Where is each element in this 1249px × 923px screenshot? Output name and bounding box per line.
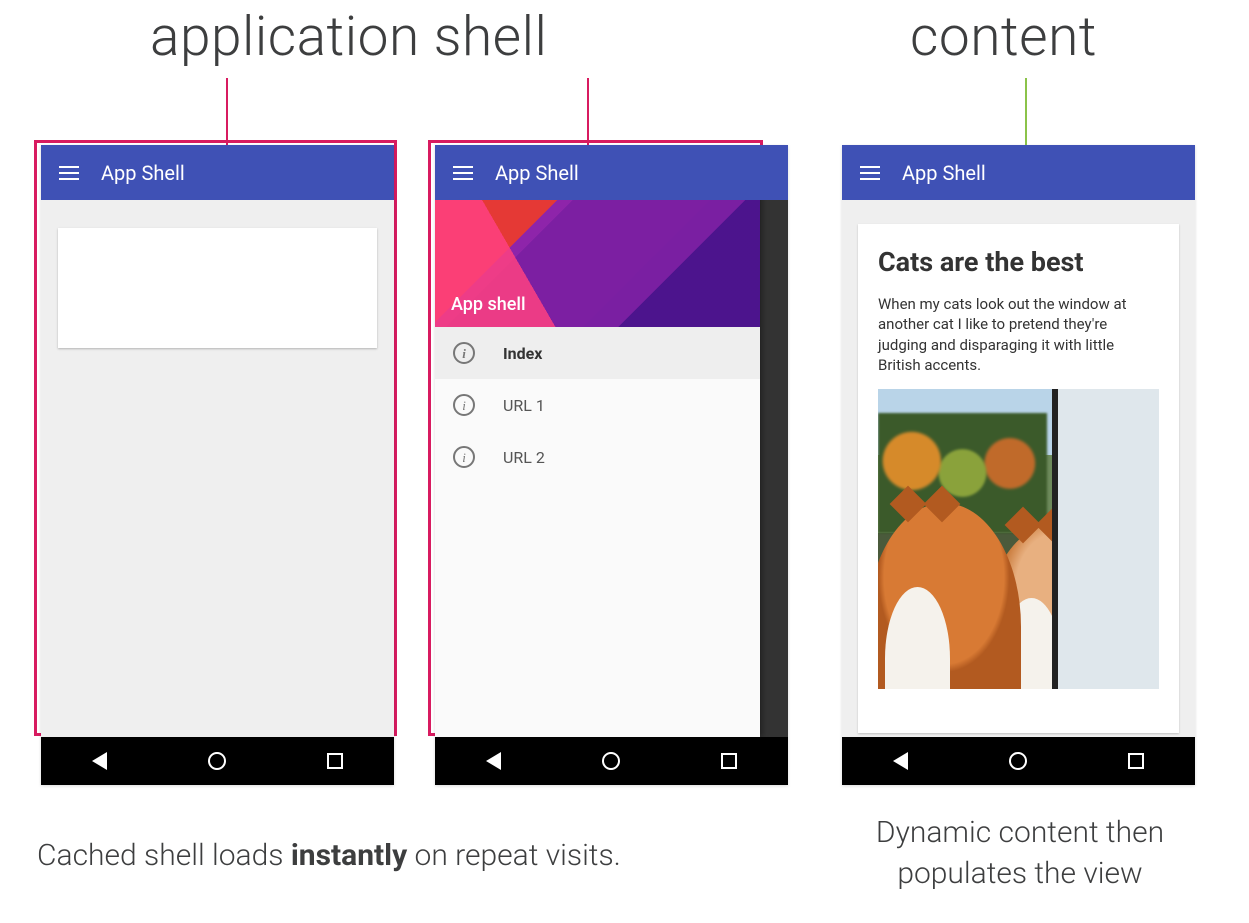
info-icon: i <box>453 394 475 416</box>
connector-line <box>587 78 589 146</box>
connector-line <box>226 78 228 146</box>
recents-icon[interactable] <box>1128 753 1144 769</box>
phone-mock-content: App Shell Cats are the best When my cats… <box>842 145 1195 785</box>
drawer-item-label: Index <box>503 344 542 363</box>
app-title: App Shell <box>902 161 986 185</box>
app-title: App Shell <box>101 161 185 185</box>
placeholder-card <box>58 228 377 348</box>
info-icon: i <box>453 342 475 364</box>
android-nav-bar <box>842 737 1195 785</box>
label-application-shell: application shell <box>150 5 547 69</box>
app-bar: App Shell <box>435 145 788 200</box>
drawer-item-url2[interactable]: i URL 2 <box>435 431 760 483</box>
drawer-item-url1[interactable]: i URL 1 <box>435 379 760 431</box>
home-icon[interactable] <box>208 752 226 770</box>
phone-mock-shell-empty: App Shell <box>41 145 394 785</box>
navigation-drawer: App shell i Index i URL 1 i URL 2 <box>435 200 760 737</box>
android-nav-bar <box>41 737 394 785</box>
phone-body <box>41 200 394 737</box>
home-icon[interactable] <box>602 752 620 770</box>
drawer-item-label: URL 1 <box>503 396 545 415</box>
drawer-title: App shell <box>451 294 526 315</box>
menu-icon[interactable] <box>59 166 79 180</box>
drawer-header: App shell <box>435 200 760 327</box>
app-bar: App Shell <box>41 145 394 200</box>
back-icon[interactable] <box>893 752 908 770</box>
caption-shell: Cached shell loads instantly on repeat v… <box>37 838 757 873</box>
content-image-cats <box>878 389 1159 689</box>
android-nav-bar <box>435 737 788 785</box>
home-icon[interactable] <box>1009 752 1027 770</box>
menu-icon[interactable] <box>860 166 880 180</box>
label-content: content <box>910 5 1097 69</box>
app-bar: App Shell <box>842 145 1195 200</box>
drawer-item-index[interactable]: i Index <box>435 327 760 379</box>
content-body: When my cats look out the window at anot… <box>878 294 1159 375</box>
phone-mock-shell-drawer: App Shell App shell i Index i URL 1 i UR… <box>435 145 788 785</box>
app-title: App Shell <box>495 161 579 185</box>
info-icon: i <box>453 446 475 468</box>
content-card: Cats are the best When my cats look out … <box>858 224 1179 733</box>
back-icon[interactable] <box>92 752 107 770</box>
recents-icon[interactable] <box>327 753 343 769</box>
caption-content: Dynamic content then populates the view <box>840 813 1200 894</box>
back-icon[interactable] <box>486 752 501 770</box>
drawer-item-label: URL 2 <box>503 448 545 467</box>
phone-body: App shell i Index i URL 1 i URL 2 <box>435 200 788 737</box>
menu-icon[interactable] <box>453 166 473 180</box>
drawer-list: i Index i URL 1 i URL 2 <box>435 327 760 483</box>
recents-icon[interactable] <box>721 753 737 769</box>
cat-illustration <box>878 503 1021 689</box>
content-heading: Cats are the best <box>878 246 1159 278</box>
phone-body: Cats are the best When my cats look out … <box>842 200 1195 737</box>
